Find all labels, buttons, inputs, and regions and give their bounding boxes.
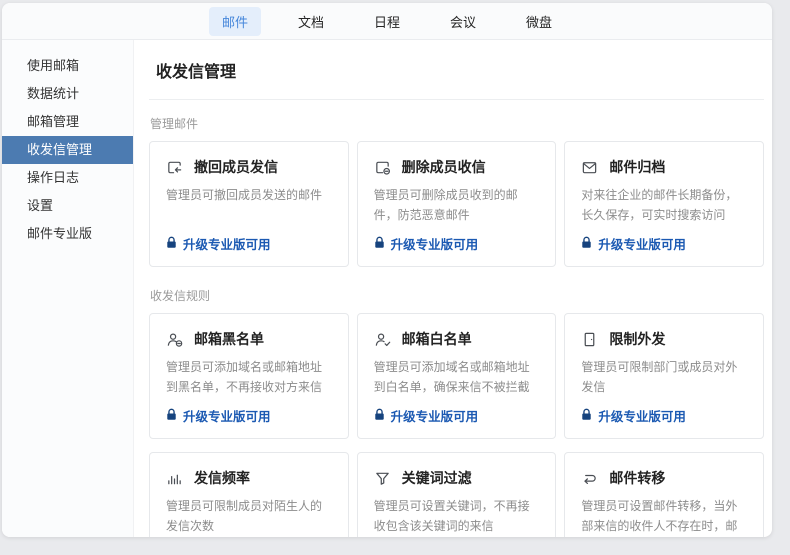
card-title: 删除成员收信 — [402, 157, 486, 177]
card-title: 邮箱黑名单 — [194, 329, 264, 349]
card-desc: 管理员可撤回成员发送的邮件 — [166, 186, 332, 206]
feature-card-recall-member-mail[interactable]: 撤回成员发信管理员可撤回成员发送的邮件升级专业版可用 — [149, 141, 349, 267]
recall-icon — [166, 159, 183, 176]
mail-archive-icon — [581, 159, 598, 176]
section-send-receive-rules: 收发信规则邮箱黑名单管理员可添加域名或邮箱地址到黑名单，不再接收对方来信升级专业… — [149, 287, 764, 537]
feature-card-mail-transfer[interactable]: 邮件转移管理员可设置邮件转移，当外部来信的收件人不存在时，邮件被转移到特定邮箱升… — [564, 452, 764, 537]
app-window: 邮件文档日程会议微盘 使用邮箱数据统计邮箱管理收发信管理操作日志设置邮件专业版 … — [2, 3, 772, 537]
sidebar-item-send-receive-management[interactable]: 收发信管理 — [2, 136, 133, 164]
card-title: 发信频率 — [194, 468, 250, 488]
tab-drive[interactable]: 微盘 — [513, 7, 565, 36]
section-list: 管理邮件撤回成员发信管理员可撤回成员发送的邮件升级专业版可用删除成员收信管理员可… — [149, 115, 764, 537]
sidebar-item-usage[interactable]: 使用邮箱 — [2, 52, 133, 80]
card-head: 撤回成员发信 — [166, 157, 332, 177]
lock-icon — [581, 408, 592, 424]
card-desc: 管理员可添加域名或邮箱地址到白名单，确保来信不被拦截 — [374, 358, 540, 398]
card-head: 邮件转移 — [581, 468, 747, 488]
bar-chart-icon — [166, 470, 183, 487]
card-desc: 管理员可设置关键词，不再接收包含该关键词的来信 — [374, 497, 540, 537]
section-label: 管理邮件 — [150, 115, 764, 132]
card-grid: 邮箱黑名单管理员可添加域名或邮箱地址到黑名单，不再接收对方来信升级专业版可用邮箱… — [149, 313, 764, 537]
feature-card-delete-member-mail[interactable]: 删除成员收信管理员可删除成员收到的邮件，防范恶意邮件升级专业版可用 — [357, 141, 557, 267]
upgrade-pro-link[interactable]: 升级专业版可用 — [166, 406, 332, 425]
upgrade-pro-label: 升级专业版可用 — [183, 406, 271, 425]
section-manage-mail: 管理邮件撤回成员发信管理员可撤回成员发送的邮件升级专业版可用删除成员收信管理员可… — [149, 115, 764, 267]
card-desc: 管理员可添加域名或邮箱地址到黑名单，不再接收对方来信 — [166, 358, 332, 398]
main-content: 收发信管理 管理邮件撤回成员发信管理员可撤回成员发送的邮件升级专业版可用删除成员… — [134, 40, 772, 537]
feature-card-mailbox-blacklist[interactable]: 邮箱黑名单管理员可添加域名或邮箱地址到黑名单，不再接收对方来信升级专业版可用 — [149, 313, 349, 439]
upgrade-pro-link[interactable]: 升级专业版可用 — [581, 406, 747, 425]
nav-tabs: 邮件文档日程会议微盘 — [209, 7, 565, 36]
person-minus-icon — [166, 331, 183, 348]
card-desc: 管理员可限制部门或成员对外发信 — [581, 358, 747, 398]
sidebar-item-mailbox-management[interactable]: 邮箱管理 — [2, 108, 133, 136]
upgrade-pro-link[interactable]: 升级专业版可用 — [374, 406, 540, 425]
feature-card-send-frequency[interactable]: 发信频率管理员可限制成员对陌生人的发信次数升级专业版可用 — [149, 452, 349, 537]
card-head: 邮箱黑名单 — [166, 329, 332, 349]
sidebar-item-mail-pro[interactable]: 邮件专业版 — [2, 220, 133, 248]
feature-card-mailbox-whitelist[interactable]: 邮箱白名单管理员可添加域名或邮箱地址到白名单，确保来信不被拦截升级专业版可用 — [357, 313, 557, 439]
sidebar-item-operation-logs[interactable]: 操作日志 — [2, 164, 133, 192]
title-divider — [149, 99, 764, 100]
card-desc: 对来往企业的邮件长期备份，长久保存，可实时搜索访问 — [581, 186, 747, 226]
card-head: 发信频率 — [166, 468, 332, 488]
card-title: 邮件归档 — [609, 157, 665, 177]
card-desc: 管理员可删除成员收到的邮件，防范恶意邮件 — [374, 186, 540, 226]
lock-icon — [374, 408, 385, 424]
upgrade-pro-label: 升级专业版可用 — [391, 406, 479, 425]
door-icon — [581, 331, 598, 348]
card-title: 撤回成员发信 — [194, 157, 278, 177]
tab-mail[interactable]: 邮件 — [209, 7, 261, 36]
sidebar: 使用邮箱数据统计邮箱管理收发信管理操作日志设置邮件专业版 — [2, 40, 134, 537]
lock-icon — [581, 236, 592, 252]
person-check-icon — [374, 331, 391, 348]
card-desc: 管理员可限制成员对陌生人的发信次数 — [166, 497, 332, 537]
sidebar-item-settings[interactable]: 设置 — [2, 192, 133, 220]
tab-calendar[interactable]: 日程 — [361, 7, 413, 36]
upgrade-pro-link[interactable]: 升级专业版可用 — [581, 234, 747, 253]
transfer-icon — [581, 470, 598, 487]
upgrade-pro-label: 升级专业版可用 — [598, 406, 686, 425]
upgrade-pro-label: 升级专业版可用 — [391, 234, 479, 253]
card-title: 邮箱白名单 — [402, 329, 472, 349]
upgrade-pro-link[interactable]: 升级专业版可用 — [374, 234, 540, 253]
delete-mail-icon — [374, 159, 391, 176]
upgrade-pro-label: 升级专业版可用 — [183, 234, 271, 253]
lock-icon — [374, 236, 385, 252]
card-head: 限制外发 — [581, 329, 747, 349]
section-label: 收发信规则 — [150, 287, 764, 304]
card-title: 关键词过滤 — [402, 468, 472, 488]
tab-meeting[interactable]: 会议 — [437, 7, 489, 36]
lock-icon — [166, 236, 177, 252]
sidebar-item-statistics[interactable]: 数据统计 — [2, 80, 133, 108]
card-desc: 管理员可设置邮件转移，当外部来信的收件人不存在时，邮件被转移到特定邮箱 — [581, 497, 747, 537]
funnel-icon — [374, 470, 391, 487]
feature-card-restrict-outgoing[interactable]: 限制外发管理员可限制部门或成员对外发信升级专业版可用 — [564, 313, 764, 439]
feature-card-mail-archive[interactable]: 邮件归档对来往企业的邮件长期备份，长久保存，可实时搜索访问升级专业版可用 — [564, 141, 764, 267]
top-nav: 邮件文档日程会议微盘 — [2, 3, 772, 40]
feature-card-keyword-filter[interactable]: 关键词过滤管理员可设置关键词，不再接收包含该关键词的来信升级专业版可用 — [357, 452, 557, 537]
lock-icon — [166, 408, 177, 424]
upgrade-pro-label: 升级专业版可用 — [598, 234, 686, 253]
upgrade-pro-link[interactable]: 升级专业版可用 — [166, 234, 332, 253]
card-head: 邮箱白名单 — [374, 329, 540, 349]
card-head: 邮件归档 — [581, 157, 747, 177]
card-head: 删除成员收信 — [374, 157, 540, 177]
card-grid: 撤回成员发信管理员可撤回成员发送的邮件升级专业版可用删除成员收信管理员可删除成员… — [149, 141, 764, 267]
tab-docs[interactable]: 文档 — [285, 7, 337, 36]
page-title: 收发信管理 — [156, 58, 764, 82]
card-head: 关键词过滤 — [374, 468, 540, 488]
card-title: 限制外发 — [609, 329, 665, 349]
card-title: 邮件转移 — [609, 468, 665, 488]
app-body: 使用邮箱数据统计邮箱管理收发信管理操作日志设置邮件专业版 收发信管理 管理邮件撤… — [2, 40, 772, 537]
